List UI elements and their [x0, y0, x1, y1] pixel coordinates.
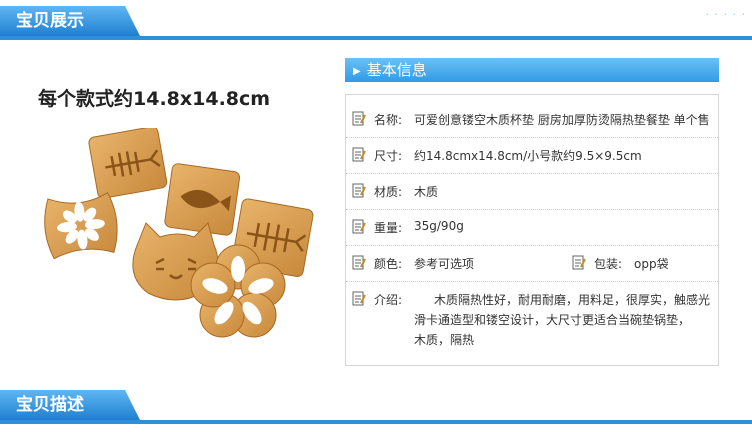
- section-title-display: 宝贝展示: [0, 6, 140, 36]
- intro-line-2: 滑卡通造型和镂空设计，大尺寸更适合当碗垫锅垫，: [414, 313, 691, 327]
- document-edit-icon: [572, 255, 586, 270]
- basic-info-header: ▶ 基本信息: [345, 58, 719, 82]
- pack-label: 包装:: [594, 257, 623, 271]
- info-row-weight: 重量: 35g/90g: [346, 219, 718, 246]
- material-label: 材质:: [374, 185, 403, 199]
- info-row-intro: 介绍: 木质隔热性好，耐用耐磨，用料足，很厚实，触感光 滑卡通造型和镂空设计，大…: [346, 291, 718, 353]
- intro-label: 介绍:: [374, 293, 403, 307]
- header-divider: [0, 420, 752, 424]
- size-label: 尺寸:: [374, 149, 403, 163]
- basic-info-panel: 名称: 可爱创意镂空木质杯垫 厨房加厚防烫隔热垫餐垫 单个售 尺寸: 约14.8…: [345, 94, 719, 366]
- weight-label: 重量:: [374, 221, 403, 235]
- name-label: 名称:: [374, 113, 403, 127]
- document-edit-icon: [352, 219, 366, 234]
- document-edit-icon: [352, 111, 366, 126]
- document-edit-icon: [352, 255, 366, 270]
- name-value: 可爱创意镂空木质杯垫 厨房加厚防烫隔热垫餐垫 单个售: [414, 113, 710, 127]
- color-label: 颜色:: [374, 257, 403, 271]
- info-row-name: 名称: 可爱创意镂空木质杯垫 厨房加厚防烫隔热垫餐垫 单个售: [346, 111, 718, 138]
- basic-info-title: 基本信息: [366, 61, 427, 79]
- header-divider: [0, 36, 752, 40]
- size-caption: 每个款式约14.8x14.8cm: [38, 88, 271, 110]
- info-row-material: 材质: 木质: [346, 183, 718, 210]
- document-edit-icon: [352, 183, 366, 198]
- info-row-color-pack: 颜色: 参考可选项 包装: opp袋: [346, 255, 718, 282]
- product-image: [44, 128, 314, 338]
- weight-value: 35g/90g: [414, 219, 464, 233]
- color-value: 参考可选项: [414, 257, 475, 271]
- pack-value: opp袋: [634, 257, 669, 271]
- decorative-dots: · · · · ·: [705, 8, 746, 21]
- section-title-description: 宝贝描述: [0, 390, 140, 420]
- size-value: 约14.8cmx14.8cm/小号款约9.5×9.5cm: [414, 149, 642, 163]
- triangle-right-icon: ▶: [353, 66, 361, 77]
- document-edit-icon: [352, 291, 366, 306]
- section-header-top: 宝贝展示 · · · · ·: [0, 4, 752, 40]
- intro-line-1: 木质隔热性好，耐用耐磨，用料足，很厚实，触感光: [434, 293, 711, 307]
- material-value: 木质: [414, 185, 439, 199]
- section-header-bottom: 宝贝描述: [0, 388, 752, 424]
- intro-line-3: 木质，隔热: [414, 333, 475, 347]
- document-edit-icon: [352, 147, 366, 162]
- info-row-size: 尺寸: 约14.8cmx14.8cm/小号款约9.5×9.5cm: [346, 147, 718, 174]
